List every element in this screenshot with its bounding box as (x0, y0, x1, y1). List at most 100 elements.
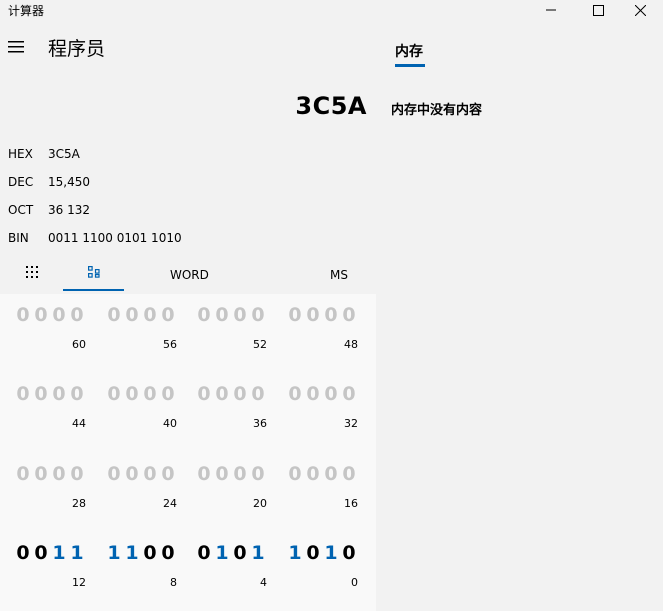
bit-nibble: 01014 (189, 542, 267, 602)
bit-toggle[interactable]: 0 (105, 383, 123, 405)
bit-toggle[interactable]: 0 (159, 542, 177, 564)
radix-value: 0011 1100 0101 1010 (48, 231, 182, 245)
bit-toggle[interactable]: 0 (159, 463, 177, 485)
bit-position-label: 24 (163, 497, 177, 510)
bit-position-label: 20 (253, 497, 267, 510)
bit-toggle[interactable]: 1 (105, 542, 123, 564)
bit-position-label: 0 (351, 576, 358, 589)
hamburger-icon[interactable] (8, 40, 24, 54)
bit-toggle[interactable]: 0 (105, 463, 123, 485)
bit-toggle[interactable]: 0 (304, 383, 322, 405)
bit-toggle[interactable]: 0 (195, 463, 213, 485)
bit-toggle[interactable]: 0 (249, 304, 267, 326)
word-size-button[interactable]: WORD (170, 268, 209, 282)
radix-bin[interactable]: BIN 0011 1100 0101 1010 (0, 224, 376, 252)
bit-toggle[interactable]: 1 (322, 542, 340, 564)
radix-hex[interactable]: HEX 3C5A (0, 140, 376, 168)
bit-toggle[interactable]: 0 (105, 304, 123, 326)
keypad-icon[interactable] (26, 266, 38, 278)
bit-toggle[interactable]: 0 (213, 463, 231, 485)
tab-memory-indicator (395, 64, 425, 67)
bit-toggle[interactable]: 1 (213, 542, 231, 564)
bit-toggle[interactable]: 1 (249, 542, 267, 564)
bit-position-label: 28 (72, 497, 86, 510)
bit-toggle[interactable]: 0 (141, 383, 159, 405)
bit-toggle[interactable]: 0 (340, 542, 358, 564)
bit-toggle[interactable]: 0 (286, 304, 304, 326)
minimize-icon (546, 9, 556, 11)
memory-empty-message: 内存中没有内容 (391, 103, 483, 118)
bit-toggle[interactable]: 0 (32, 383, 50, 405)
memory-store-button[interactable]: MS (330, 268, 348, 282)
tab-memory[interactable]: 内存 (395, 41, 423, 61)
bit-position-label: 36 (253, 417, 267, 430)
bit-toggle[interactable]: 0 (159, 383, 177, 405)
bit-toggle[interactable]: 0 (231, 383, 249, 405)
bit-toggle[interactable]: 0 (14, 542, 32, 564)
bit-toggle[interactable]: 0 (68, 463, 86, 485)
bit-toggle[interactable]: 0 (141, 542, 159, 564)
bit-toggle[interactable]: 0 (213, 383, 231, 405)
keypad-toolbar: WORD MS (0, 260, 376, 292)
bit-toggle[interactable]: 0 (322, 463, 340, 485)
bit-toggle[interactable]: 0 (14, 463, 32, 485)
bit-toggle[interactable]: 0 (50, 383, 68, 405)
app-title: 计算器 (8, 4, 45, 18)
bit-toggle[interactable]: 0 (231, 463, 249, 485)
bit-toggle[interactable]: 0 (14, 383, 32, 405)
bit-toggle[interactable]: 0 (123, 383, 141, 405)
bit-row: 0 0 0 0 28 0 0 0 0 24 0 0 0 0 20 0 0 0 0 16 (0, 463, 376, 523)
bit-nibble: 0 0 0 0 20 (189, 463, 267, 523)
bit-toggle[interactable]: 0 (159, 304, 177, 326)
bit-toggle-icon[interactable] (88, 266, 100, 278)
bit-nibble: 0 0 0 0 48 (280, 304, 358, 364)
bit-toggle[interactable]: 0 (50, 304, 68, 326)
bit-toggle[interactable]: 0 (340, 463, 358, 485)
bit-toggle[interactable]: 0 (286, 383, 304, 405)
bit-toggle[interactable]: 0 (340, 304, 358, 326)
bit-toggle[interactable]: 0 (14, 304, 32, 326)
bit-toggle[interactable]: 0 (286, 463, 304, 485)
bit-toggle[interactable]: 0 (68, 383, 86, 405)
maximize-button[interactable] (575, 0, 621, 20)
bit-toggle[interactable]: 0 (249, 383, 267, 405)
bit-toggle[interactable]: 0 (322, 304, 340, 326)
bit-position-label: 8 (170, 576, 177, 589)
bit-toggle[interactable]: 0 (195, 304, 213, 326)
bit-toggle[interactable]: 0 (304, 304, 322, 326)
bit-toggle[interactable]: 0 (195, 383, 213, 405)
bit-toggle[interactable]: 0 (32, 542, 50, 564)
close-button[interactable] (617, 0, 663, 20)
bit-toggle[interactable]: 1 (50, 542, 68, 564)
bit-toggle[interactable]: 0 (231, 542, 249, 564)
bit-toggle[interactable]: 1 (68, 542, 86, 564)
bit-toggle[interactable]: 0 (68, 304, 86, 326)
radix-label: HEX (8, 147, 33, 161)
radix-value: 36 132 (48, 203, 90, 217)
bit-nibble: 0 0 0 0 52 (189, 304, 267, 364)
bit-toggle[interactable]: 0 (141, 463, 159, 485)
bit-toggle[interactable]: 0 (231, 304, 249, 326)
bit-toggle[interactable]: 0 (213, 304, 231, 326)
bit-toggle-indicator (63, 289, 124, 291)
bit-toggle[interactable]: 0 (123, 463, 141, 485)
bit-toggle[interactable]: 0 (249, 463, 267, 485)
bit-toggle[interactable]: 0 (322, 383, 340, 405)
bit-nibble: 11008 (99, 542, 177, 602)
bit-toggle[interactable]: 1 (286, 542, 304, 564)
bit-toggle[interactable]: 0 (32, 304, 50, 326)
bit-toggle[interactable]: 0 (50, 463, 68, 485)
radix-oct[interactable]: OCT 36 132 (0, 196, 376, 224)
bit-toggle[interactable]: 0 (304, 542, 322, 564)
bit-position-label: 16 (344, 497, 358, 510)
bit-toggle[interactable]: 0 (123, 304, 141, 326)
bit-nibble: 0 0 0 0 16 (280, 463, 358, 523)
minimize-button[interactable] (528, 0, 574, 20)
bit-toggle[interactable]: 1 (123, 542, 141, 564)
radix-dec[interactable]: DEC 15,450 (0, 168, 376, 196)
bit-toggle[interactable]: 0 (141, 304, 159, 326)
bit-toggle[interactable]: 0 (195, 542, 213, 564)
bit-toggle[interactable]: 0 (304, 463, 322, 485)
bit-toggle[interactable]: 0 (32, 463, 50, 485)
bit-toggle[interactable]: 0 (340, 383, 358, 405)
